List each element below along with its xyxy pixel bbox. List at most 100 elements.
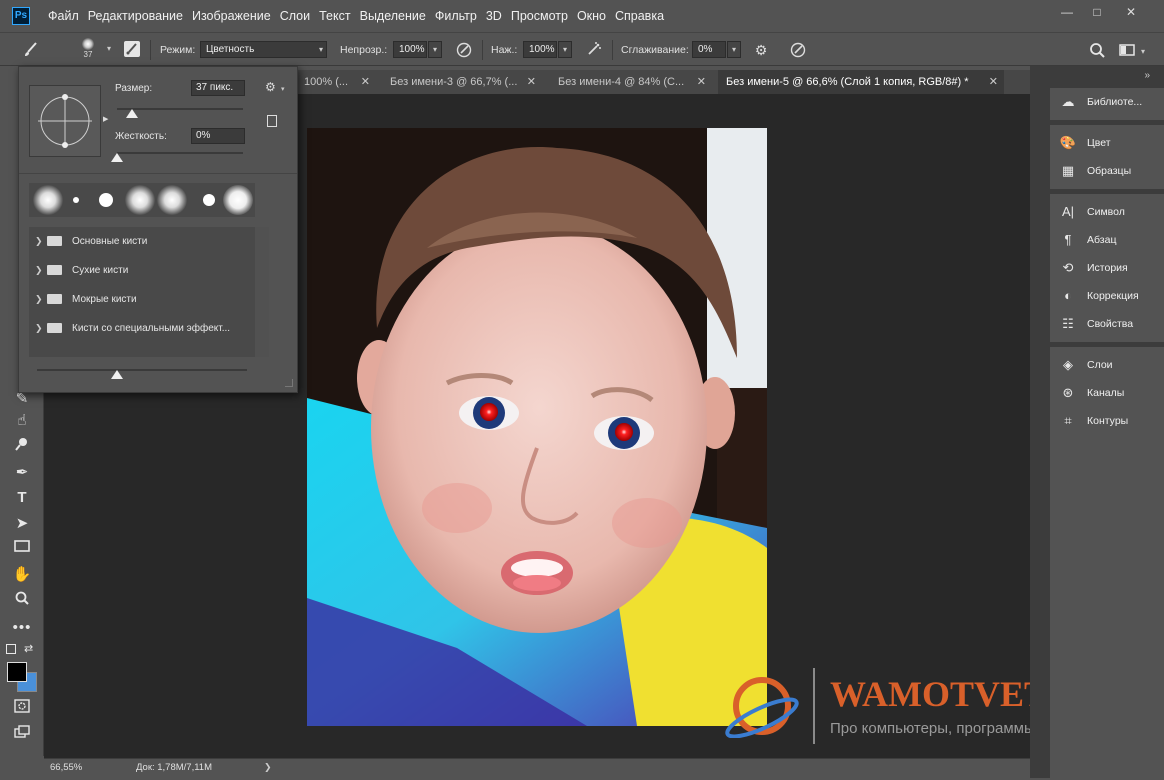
search-icon[interactable] <box>1088 41 1106 59</box>
settings-dropdown-icon[interactable]: ▾ <box>281 85 285 93</box>
airbrush-icon[interactable] <box>585 41 603 59</box>
gear-icon[interactable]: ⚙ <box>265 80 276 94</box>
menu-layers[interactable]: Слои <box>280 9 319 23</box>
brush-angle-preview[interactable] <box>29 85 101 157</box>
smoothing-input[interactable]: 0% <box>692 41 726 58</box>
menu-3d[interactable]: 3D <box>486 9 511 23</box>
panel-history[interactable]: ⟲ История <box>1058 258 1128 278</box>
document-image[interactable] <box>307 128 767 726</box>
opacity-input[interactable]: 100% <box>393 41 427 58</box>
hand-tool-icon[interactable]: ✋ <box>10 564 34 586</box>
folder-special-effects[interactable]: ❯ Кисти со специальными эффект... <box>35 315 235 341</box>
panel-properties[interactable]: ☷ Свойства <box>1058 314 1133 334</box>
swap-colors-icon[interactable]: ⇄ <box>24 642 33 655</box>
resize-grip-icon[interactable] <box>285 379 293 387</box>
tab-label: Без имени-4 @ 84% (С... <box>558 76 685 88</box>
smoothing-label: Сглаживание: <box>621 44 689 56</box>
minimize-button[interactable]: — <box>1052 4 1082 20</box>
pen-tool-icon[interactable]: ✒ <box>10 462 34 484</box>
close-tab-icon[interactable]: ✕ <box>361 70 370 94</box>
brush-soft-round-4[interactable] <box>223 185 253 215</box>
panel-character[interactable]: A| Символ <box>1058 202 1125 222</box>
brush-tool-icon[interactable] <box>22 41 40 59</box>
menu-file[interactable]: Файл <box>48 9 88 23</box>
folder-scrollbar[interactable] <box>255 227 269 357</box>
folder-wet-brushes[interactable]: ❯ Мокрые кисти <box>35 286 235 312</box>
default-colors-icon[interactable] <box>6 644 16 654</box>
hardness-slider-thumb[interactable] <box>111 153 123 162</box>
collapse-panels-icon[interactable]: » <box>1144 70 1150 81</box>
quick-mask-icon[interactable] <box>10 698 34 720</box>
pressure-size-icon[interactable] <box>789 41 807 59</box>
path-select-icon[interactable]: ➤ <box>10 513 34 535</box>
close-button[interactable]: ✕ <box>1116 4 1146 20</box>
menu-select[interactable]: Выделение <box>360 9 435 23</box>
dodge-tool-icon[interactable] <box>10 436 34 458</box>
hardness-input[interactable]: 0% <box>191 128 245 144</box>
panel-layers[interactable]: ◈ Слои <box>1058 355 1113 375</box>
mode-select[interactable]: Цветность ▾ <box>200 41 327 58</box>
hardness-slider-track[interactable] <box>117 152 243 154</box>
more-tools-icon[interactable]: ••• <box>10 617 34 639</box>
preview-size-slider-thumb[interactable] <box>110 370 123 379</box>
panel-paths[interactable]: ⌗ Контуры <box>1058 411 1128 431</box>
brush-medium-hard[interactable] <box>99 193 113 207</box>
size-input[interactable]: 37 пикс. <box>191 80 245 96</box>
close-tab-icon[interactable]: ✕ <box>989 70 998 94</box>
new-preset-icon[interactable] <box>267 115 277 127</box>
brush-hard-round[interactable] <box>203 194 215 206</box>
rectangle-tool-icon[interactable] <box>10 538 34 560</box>
menu-help[interactable]: Справка <box>615 9 673 23</box>
expand-arrow-icon[interactable]: ▶ <box>103 115 108 123</box>
smudge-tool-icon[interactable]: ☝ <box>10 410 34 432</box>
brush-preset-dropdown-icon[interactable]: ▾ <box>102 41 116 58</box>
panel-channels[interactable]: ⊛ Каналы <box>1058 383 1125 403</box>
separator <box>150 40 151 60</box>
size-slider-thumb[interactable] <box>126 109 139 118</box>
menu-filter[interactable]: Фильтр <box>435 9 486 23</box>
gear-icon[interactable]: ⚙ <box>752 41 770 59</box>
brush-preset-picker[interactable]: 37 <box>78 37 98 65</box>
maximize-button[interactable]: □ <box>1082 4 1112 20</box>
pressure-dropdown-icon[interactable]: ▾ <box>558 41 572 58</box>
tab-document-5[interactable]: Без имени-5 @ 66,6% (Слой 1 копия, RGB/8… <box>718 70 1004 94</box>
brush-small-hard[interactable] <box>73 197 79 203</box>
zoom-level[interactable]: 66,55% <box>50 762 82 773</box>
smoothing-dropdown-icon[interactable]: ▾ <box>727 41 741 58</box>
tab-document-1[interactable]: 100% (... ✕ <box>296 70 376 94</box>
close-tab-icon[interactable]: ✕ <box>527 70 536 94</box>
brush-soft-round[interactable] <box>33 185 63 215</box>
workspace-dropdown-icon[interactable]: ▾ <box>1141 47 1145 56</box>
panel-color[interactable]: 🎨 Цвет <box>1058 133 1111 153</box>
status-menu-icon[interactable]: ❯ <box>264 762 272 773</box>
opacity-dropdown-icon[interactable]: ▾ <box>428 41 442 58</box>
folder-icon <box>47 265 62 275</box>
brush-soft-round-3[interactable] <box>157 185 187 215</box>
folder-dry-brushes[interactable]: ❯ Сухие кисти <box>35 257 235 283</box>
menu-view[interactable]: Просмотр <box>511 9 577 23</box>
zoom-tool-icon[interactable] <box>10 590 34 612</box>
menu-window[interactable]: Окно <box>577 9 615 23</box>
workspace-icon[interactable] <box>1118 41 1136 59</box>
type-tool-icon[interactable]: T <box>10 487 34 509</box>
brush-settings-icon[interactable] <box>124 41 140 57</box>
size-label: Размер: <box>115 83 153 94</box>
preview-size-slider-track[interactable] <box>37 369 247 371</box>
close-tab-icon[interactable]: ✕ <box>697 70 706 94</box>
pressure-opacity-icon[interactable] <box>455 41 473 59</box>
folder-basic-brushes[interactable]: ❯ Основные кисти <box>35 228 235 254</box>
document-size: Док: 1,78M/7,11M <box>136 762 212 773</box>
menu-edit[interactable]: Редактирование <box>88 9 192 23</box>
brush-soft-round-2[interactable] <box>125 185 155 215</box>
menu-type[interactable]: Текст <box>319 9 359 23</box>
tab-document-3[interactable]: Без имени-3 @ 66,7% (... ✕ <box>382 70 542 94</box>
screen-mode-icon[interactable] <box>10 724 34 746</box>
pressure-input[interactable]: 100% <box>523 41 557 58</box>
foreground-color-swatch[interactable] <box>7 662 27 682</box>
panel-adjustments[interactable]: ◐ Коррекция <box>1058 286 1139 306</box>
panel-libraries[interactable]: ☁ Библиоте... <box>1058 92 1143 112</box>
panel-swatches[interactable]: ▦ Образцы <box>1058 161 1131 181</box>
panel-paragraph[interactable]: ¶ Абзац <box>1058 230 1117 250</box>
menu-image[interactable]: Изображение <box>192 9 280 23</box>
tab-document-4[interactable]: Без имени-4 @ 84% (С... ✕ <box>550 70 712 94</box>
